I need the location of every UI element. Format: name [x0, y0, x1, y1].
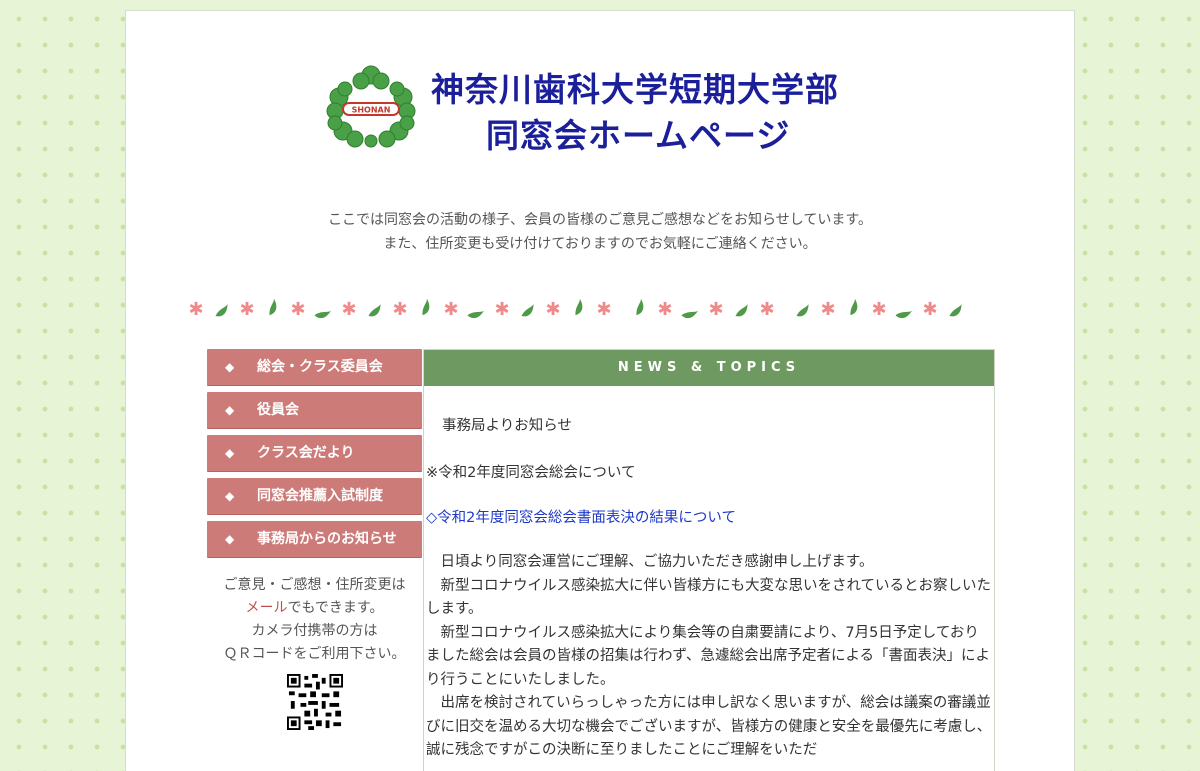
menu-class-news[interactable]: ◆ クラス会だより [207, 435, 422, 472]
leaf-icon [895, 310, 912, 319]
clover-logo: SHONAN [326, 65, 416, 148]
leaf-icon [521, 304, 534, 317]
diamond-icon: ◆ [225, 360, 235, 374]
contact-line1: ご意見・ご感想・住所変更は [223, 577, 406, 593]
leaf-icon [467, 310, 484, 319]
logo-text: SHONAN [352, 106, 391, 115]
star-icon: ✱ [820, 299, 835, 320]
star-icon: ✱ [657, 299, 672, 320]
menu-board[interactable]: ◆ 役員会 [207, 392, 422, 429]
star-icon: ✱ [871, 299, 886, 320]
menu-recommendation[interactable]: ◆ 同窓会推薦入試制度 [207, 478, 422, 515]
star-icon: ✱ [290, 299, 305, 320]
star-icon: ✱ [239, 299, 254, 320]
leaf-icon [796, 304, 809, 317]
leaf-icon [269, 298, 277, 316]
leaf-icon [850, 298, 858, 316]
star-icon: ✱ [596, 299, 611, 320]
intro-text: ここでは同窓会の活動の様子、会員の皆様のご意見ご感想などをお知らせしています。 … [126, 208, 1074, 256]
leaf-icon [575, 298, 583, 316]
star-icon: ✱ [188, 299, 203, 320]
leaf-icon [636, 298, 644, 316]
star-icon: ✱ [494, 299, 509, 320]
news-para4: 出席を検討されていらっしゃった方には申し訳なく思いますが、総会は議案の審議並びに… [426, 695, 992, 758]
star-icon: ✱ [392, 299, 407, 320]
star-icon: ✱ [922, 299, 937, 320]
contact-line2-rest: でもできます。 [287, 600, 384, 616]
diamond-icon: ◆ [225, 446, 235, 460]
intro-line2: また、住所変更も受け付けておりますのでお気軽にご連絡ください。 [383, 236, 817, 252]
site-title-line1: 神奈川歯科大学短期大学部 [431, 70, 839, 109]
diamond-icon: ◆ [225, 403, 235, 417]
news-header: NEWS & TOPICS [424, 350, 994, 386]
leaf-icon [215, 304, 228, 317]
leaf-icon [735, 304, 748, 317]
sidebar-menu: ◆ 総会・クラス委員会 ◆ 役員会 ◆ クラス会だより ◆ 同窓会推薦入試制度 ◆ 事務局… [207, 349, 422, 730]
news-para3: 新型コロナウイルス感染拡大により集会等の自粛要請により、7月5日予定しておりまし… [426, 624, 991, 688]
news-paragraphs: 日頃より同窓会運営にご理解、ご協力いただき感謝申し上げます。 新型コロナウイルス… [426, 551, 992, 763]
intro-line1: ここでは同窓会の活動の様子、会員の皆様のご意見ご感想などをお知らせしています。 [328, 212, 872, 228]
star-icon: ✱ [759, 299, 774, 320]
diamond-icon: ◆ [225, 532, 235, 546]
menu-label: クラス会だより [257, 445, 355, 461]
news-para2: 新型コロナウイルス感染拡大に伴い皆様方にも大変な思いをされているとお察しいたしま… [426, 577, 992, 618]
contact-line4: ＱＲコードをご利用下さい。 [223, 646, 406, 662]
menu-label: 総会・クラス委員会 [257, 359, 383, 375]
leaf-icon [314, 310, 331, 319]
news-panel: NEWS & TOPICS 事務局よりお知らせ ※令和2年度同窓会総会について … [423, 349, 995, 771]
decorative-divider: ✱ ✱ ✱ ✱ ✱ ✱ ✱ ✱ ✱ ✱ ✱ ✱ ✱ ✱ ✱ [188, 298, 962, 320]
news-result-link[interactable]: ◇令和2年度同窓会総会書面表決の結果について [426, 506, 992, 527]
menu-general-meeting[interactable]: ◆ 総会・クラス委員会 [207, 349, 422, 386]
news-body: 事務局よりお知らせ ※令和2年度同窓会総会について ◇令和2年度同窓会総会書面表… [424, 414, 994, 763]
menu-label: 同窓会推薦入試制度 [257, 488, 383, 504]
menu-label: 役員会 [257, 402, 299, 418]
leaf-icon [949, 304, 962, 317]
menu-label: 事務局からのお知らせ [257, 531, 397, 547]
leaf-icon [422, 298, 430, 316]
contact-note: ご意見・ご感想・住所変更は メールでもできます。 カメラ付携帯の方は ＱＲコード… [207, 574, 422, 730]
star-icon: ✱ [443, 299, 458, 320]
star-icon: ✱ [341, 299, 356, 320]
news-notice: ※令和2年度同窓会総会について [426, 465, 636, 481]
star-icon: ✱ [708, 299, 723, 320]
contact-line3: カメラ付携帯の方は [251, 623, 378, 639]
mail-link[interactable]: メール [245, 600, 287, 616]
qr-code-icon [286, 674, 343, 730]
star-icon: ✱ [545, 299, 560, 320]
site-header: SHONAN 神奈川歯科大学短期大学部 同窓会ホームページ [126, 11, 1074, 161]
page-container: SHONAN 神奈川歯科大学短期大学部 同窓会ホームページ ここでは同窓会の活動… [125, 10, 1075, 771]
leaf-icon [681, 310, 698, 319]
leaf-icon [368, 304, 381, 317]
diamond-icon: ◆ [225, 489, 235, 503]
site-title-line2: 同窓会ホームページ [486, 116, 791, 155]
news-para1: 日頃より同窓会運営にご理解、ご協力いただき感謝申し上げます。 [440, 554, 874, 570]
menu-office-notice[interactable]: ◆ 事務局からのお知らせ [207, 521, 422, 558]
news-office-title: 事務局よりお知らせ [442, 418, 572, 434]
contact-line2: メールでもできます。 [207, 597, 422, 620]
